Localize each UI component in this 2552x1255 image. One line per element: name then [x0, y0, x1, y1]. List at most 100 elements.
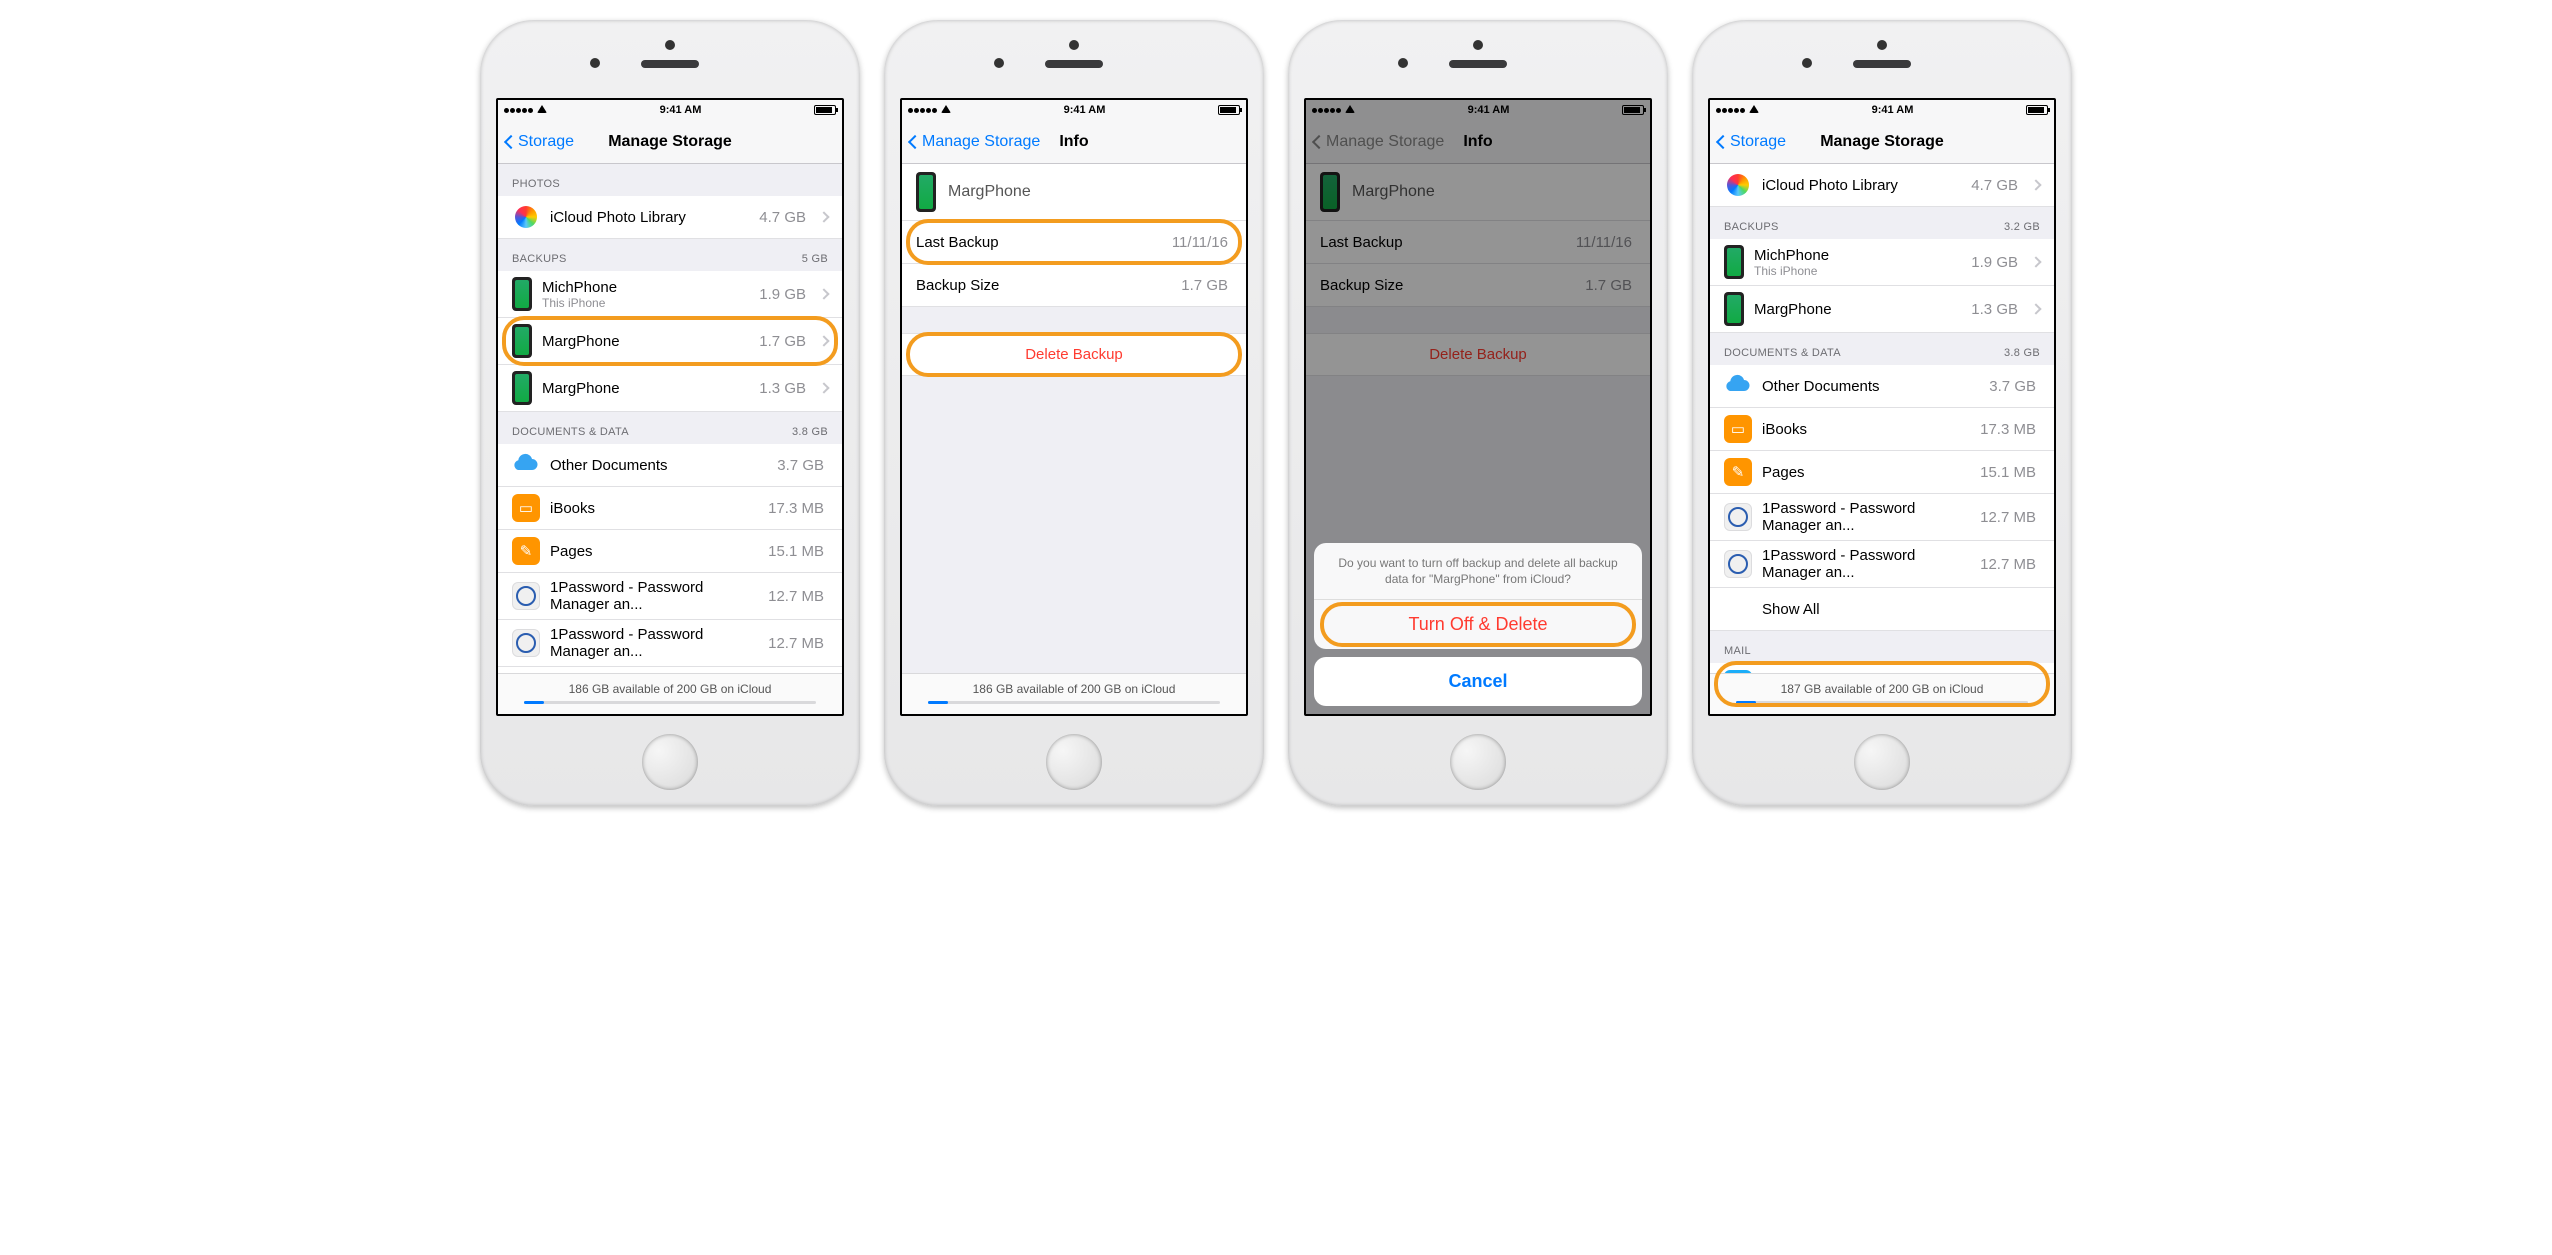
chevron-left-icon	[908, 134, 922, 148]
chevron-right-icon	[818, 335, 829, 346]
row-backup-michphone[interactable]: MichPhone This iPhone 1.9 GB	[498, 271, 842, 318]
row-icloud-photo-library[interactable]: iCloud Photo Library 4.7 GB	[1710, 164, 2054, 207]
status-bar: 9:41 AM	[1710, 100, 2054, 120]
back-button[interactable]: Manage Storage	[910, 133, 1040, 151]
action-sheet-overlay: Do you want to turn off backup and delet…	[1306, 100, 1650, 714]
back-label: Manage Storage	[922, 133, 1040, 151]
earpiece-speaker	[1449, 60, 1507, 68]
storage-bar	[1736, 701, 2028, 704]
row-pages[interactable]: ✎ Pages 15.1 MB	[498, 530, 842, 573]
storage-bar	[524, 701, 816, 704]
section-header-documents: DOCUMENTS & DATA 3.8 GB	[1710, 333, 2054, 365]
signal-dots-icon	[908, 104, 938, 116]
iphone-icon	[512, 371, 532, 405]
earpiece-speaker	[1853, 60, 1911, 68]
iphone-icon	[916, 172, 936, 212]
section-header-mail: MAIL	[1710, 631, 2054, 663]
row-1password-a[interactable]: 1Password - Password Manager an... 12.7 …	[498, 573, 842, 620]
signal-dots-icon	[1716, 104, 1746, 116]
cloud-icon	[512, 451, 540, 479]
row-other-documents[interactable]: Other Documents 3.7 GB	[1710, 365, 2054, 408]
1password-icon	[1724, 503, 1752, 531]
chevron-right-icon	[818, 382, 829, 393]
row-pages[interactable]: ✎ Pages 15.1 MB	[1710, 451, 2054, 494]
earpiece-speaker	[641, 60, 699, 68]
front-camera	[1802, 58, 1812, 68]
phone-frame-4: 9:41 AM Storage Manage Storage iCloud Ph…	[1692, 20, 2072, 806]
battery-icon	[1218, 105, 1240, 115]
earpiece-speaker	[1045, 60, 1103, 68]
1password-icon	[512, 582, 540, 610]
chevron-right-icon	[818, 211, 829, 222]
iphone-icon	[512, 324, 532, 358]
wifi-icon	[1749, 104, 1759, 116]
turn-off-and-delete-button[interactable]: Turn Off & Delete	[1314, 600, 1642, 649]
phone-frame-1: 9:41 AM Storage Manage Storage PHOTOS iC…	[480, 20, 860, 806]
battery-icon	[814, 105, 836, 115]
proximity-sensor	[665, 40, 675, 50]
home-button[interactable]	[1450, 734, 1506, 790]
status-time: 9:41 AM	[1872, 104, 1914, 116]
row-1password-b[interactable]: 1Password - Password Manager an... 12.7 …	[498, 620, 842, 667]
screen-1: 9:41 AM Storage Manage Storage PHOTOS iC…	[496, 98, 844, 716]
storage-text: 186 GB available of 200 GB on iCloud	[524, 682, 816, 696]
home-button[interactable]	[1046, 734, 1102, 790]
row-backup-margphone-1[interactable]: MargPhone 1.7 GB	[498, 318, 842, 365]
status-bar: 9:41 AM	[498, 100, 842, 120]
row-other-documents[interactable]: Other Documents 3.7 GB	[498, 444, 842, 487]
row-ibooks[interactable]: ▭ iBooks 17.3 MB	[1710, 408, 2054, 451]
phone-frame-3: 9:41 AM Manage Storage Info MargPhone La…	[1288, 20, 1668, 806]
device-header: MargPhone	[902, 164, 1246, 221]
delete-backup-button[interactable]: Delete Backup	[902, 333, 1246, 376]
front-camera	[1398, 58, 1408, 68]
chevron-left-icon	[504, 134, 518, 148]
ibooks-icon: ▭	[1724, 415, 1752, 443]
storage-footer: 187 GB available of 200 GB on iCloud	[1710, 673, 2054, 714]
home-button[interactable]	[642, 734, 698, 790]
row-show-all[interactable]: Show All	[1710, 588, 2054, 631]
back-button[interactable]: Storage	[506, 133, 574, 151]
nav-bar: Manage Storage Info	[902, 120, 1246, 164]
row-icloud-photo-library[interactable]: iCloud Photo Library 4.7 GB	[498, 196, 842, 239]
1password-icon	[1724, 550, 1752, 578]
status-time: 9:41 AM	[1064, 104, 1106, 116]
section-header-backups: BACKUPS 3.2 GB	[1710, 207, 2054, 239]
wifi-icon	[941, 104, 951, 116]
battery-icon	[2026, 105, 2048, 115]
signal-dots-icon	[504, 104, 534, 116]
row-backup-margphone[interactable]: MargPhone 1.3 GB	[1710, 286, 2054, 333]
storage-bar	[928, 701, 1220, 704]
row-ibooks[interactable]: ▭ iBooks 17.3 MB	[498, 487, 842, 530]
back-label: Storage	[1730, 133, 1786, 151]
row-1password-b[interactable]: 1Password - Password Manager an... 12.7 …	[1710, 541, 2054, 588]
row-backup-margphone-2[interactable]: MargPhone 1.3 GB	[498, 365, 842, 412]
back-button[interactable]: Storage	[1718, 133, 1786, 151]
row-backup-size: Backup Size 1.7 GB	[902, 264, 1246, 307]
nav-bar: Storage Manage Storage	[1710, 120, 2054, 164]
photos-icon	[512, 206, 540, 228]
screen-2: 9:41 AM Manage Storage Info MargPhone La…	[900, 98, 1248, 716]
storage-text: 186 GB available of 200 GB on iCloud	[928, 682, 1220, 696]
action-sheet-message: Do you want to turn off backup and delet…	[1314, 543, 1642, 600]
action-sheet: Do you want to turn off backup and delet…	[1314, 543, 1642, 649]
row-backup-michphone[interactable]: MichPhone This iPhone 1.9 GB	[1710, 239, 2054, 286]
status-bar: 9:41 AM	[902, 100, 1246, 120]
front-camera	[590, 58, 600, 68]
storage-footer: 186 GB available of 200 GB on iCloud	[902, 673, 1246, 714]
storage-text: 187 GB available of 200 GB on iCloud	[1736, 682, 2028, 696]
proximity-sensor	[1069, 40, 1079, 50]
photos-icon	[1724, 174, 1752, 196]
row-last-backup: Last Backup 11/11/16	[902, 221, 1246, 264]
phone-frame-2: 9:41 AM Manage Storage Info MargPhone La…	[884, 20, 1264, 806]
chevron-right-icon	[2030, 256, 2041, 267]
proximity-sensor	[1473, 40, 1483, 50]
cancel-button[interactable]: Cancel	[1314, 657, 1642, 706]
wifi-icon	[537, 104, 547, 116]
iphone-icon	[1724, 292, 1744, 326]
storage-footer: 186 GB available of 200 GB on iCloud	[498, 673, 842, 714]
cloud-icon	[1724, 372, 1752, 400]
back-label: Storage	[518, 133, 574, 151]
home-button[interactable]	[1854, 734, 1910, 790]
chevron-right-icon	[2030, 303, 2041, 314]
row-1password-a[interactable]: 1Password - Password Manager an... 12.7 …	[1710, 494, 2054, 541]
